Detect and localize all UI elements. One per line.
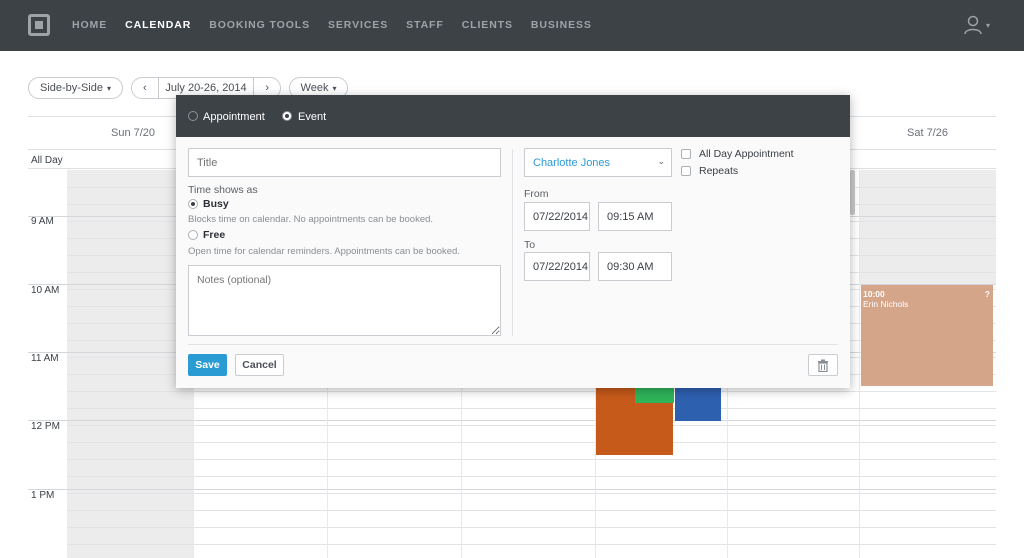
grid-line — [67, 425, 996, 426]
radio-busy-label[interactable]: Busy — [203, 198, 229, 210]
chevron-down-icon: ▾ — [332, 83, 337, 93]
time-label-11am: 11 AM — [31, 353, 59, 364]
grid-line — [67, 476, 996, 477]
radio-event-label[interactable]: Event — [298, 111, 326, 123]
busy-hint: Blocks time on calendar. No appointments… — [188, 214, 434, 225]
grid-line — [67, 510, 996, 511]
grid-line — [67, 459, 996, 460]
radio-busy[interactable] — [188, 199, 198, 209]
repeats-checkbox[interactable] — [681, 166, 691, 176]
title-input[interactable] — [188, 148, 501, 177]
time-label-10am: 10 AM — [31, 285, 60, 296]
staff-select[interactable]: Charlotte Jones ⌄ — [524, 148, 672, 177]
hour-grid-line — [28, 489, 996, 490]
radio-free-label[interactable]: Free — [203, 229, 225, 241]
radio-event[interactable] — [282, 111, 292, 121]
appointment-badge: ? — [984, 289, 990, 299]
save-button[interactable]: Save — [188, 354, 227, 376]
grid-line — [67, 527, 996, 528]
appointment-client: Erin Nichols — [863, 299, 909, 309]
calendar-scrollbar[interactable] — [850, 170, 855, 215]
chevron-down-icon: ▾ — [106, 83, 111, 93]
user-icon — [964, 15, 982, 35]
view-mode-label: Side-by-Side — [40, 82, 103, 94]
nav-clients[interactable]: CLIENTS — [462, 19, 513, 31]
all-day-checkbox[interactable] — [681, 149, 691, 159]
staff-select-value: Charlotte Jones — [533, 156, 611, 169]
all-day-checkbox-label[interactable]: All Day Appointment — [699, 148, 794, 160]
sunday-closed-column — [67, 170, 193, 558]
to-date-input[interactable]: 07/22/2014 — [524, 252, 590, 281]
hour-grid-line — [28, 420, 996, 421]
user-menu[interactable]: ▾ — [964, 15, 994, 37]
time-shows-as-label: Time shows as — [188, 184, 258, 196]
to-label: To — [524, 239, 536, 251]
appointment-time: 10:00 — [863, 289, 885, 299]
day-header-sun: Sun 7/20 — [111, 127, 156, 139]
day-header-sat: Sat 7/26 — [907, 127, 948, 139]
time-label-1pm: 1 PM — [31, 490, 55, 501]
top-nav-bar: HOME CALENDAR BOOKING TOOLS SERVICES STA… — [0, 0, 1024, 51]
new-event-modal: Appointment Event Time shows as Busy Blo… — [176, 95, 850, 388]
nav-home[interactable]: HOME — [72, 19, 107, 31]
grid-line — [67, 408, 996, 409]
time-label-12pm: 12 PM — [31, 421, 60, 432]
event-block-blue[interactable] — [675, 386, 721, 421]
time-label-9am: 9 AM — [31, 216, 54, 227]
prev-week-button[interactable]: ‹ — [132, 78, 158, 98]
grid-line — [67, 442, 996, 443]
repeats-checkbox-label[interactable]: Repeats — [699, 165, 738, 177]
all-day-label: All Day — [31, 155, 63, 166]
square-logo-icon[interactable] — [28, 14, 50, 36]
from-time-input[interactable]: 09:15 AM — [598, 202, 672, 231]
period-label: Week — [300, 82, 329, 94]
free-hint: Open time for calendar reminders. Appoin… — [188, 246, 460, 257]
modal-footer-divider — [188, 344, 838, 345]
from-date-input[interactable]: 07/22/2014 — [524, 202, 590, 231]
grid-line — [67, 544, 996, 545]
radio-free[interactable] — [188, 230, 198, 240]
grid-line — [67, 391, 996, 392]
modal-header: Appointment Event — [176, 95, 850, 137]
nav-staff[interactable]: STAFF — [406, 19, 444, 31]
grid-line — [67, 493, 996, 494]
nav-calendar[interactable]: CALENDAR — [125, 19, 191, 31]
radio-appointment[interactable] — [188, 111, 198, 121]
nav-services[interactable]: SERVICES — [328, 19, 388, 31]
view-mode-dropdown[interactable]: Side-by-Side ▾ — [28, 77, 123, 99]
trash-icon — [818, 359, 828, 372]
event-block-green[interactable] — [635, 386, 674, 403]
radio-appointment-label[interactable]: Appointment — [203, 111, 265, 123]
nav-booking-tools[interactable]: BOOKING TOOLS — [209, 19, 310, 31]
cancel-button[interactable]: Cancel — [235, 354, 284, 376]
nav-business[interactable]: BUSINESS — [531, 19, 592, 31]
delete-button[interactable] — [808, 354, 838, 376]
day-column-divider — [859, 170, 860, 558]
modal-column-divider — [512, 149, 513, 336]
from-label: From — [524, 188, 549, 200]
chevron-down-icon: ⌄ — [657, 156, 665, 166]
chevron-down-icon: ▾ — [986, 21, 991, 30]
appointment-erin-nichols[interactable]: 10:00 ? Erin Nichols — [861, 285, 993, 386]
to-time-input[interactable]: 09:30 AM — [598, 252, 672, 281]
notes-textarea[interactable] — [188, 265, 501, 336]
main-nav: HOME CALENDAR BOOKING TOOLS SERVICES STA… — [72, 19, 592, 31]
